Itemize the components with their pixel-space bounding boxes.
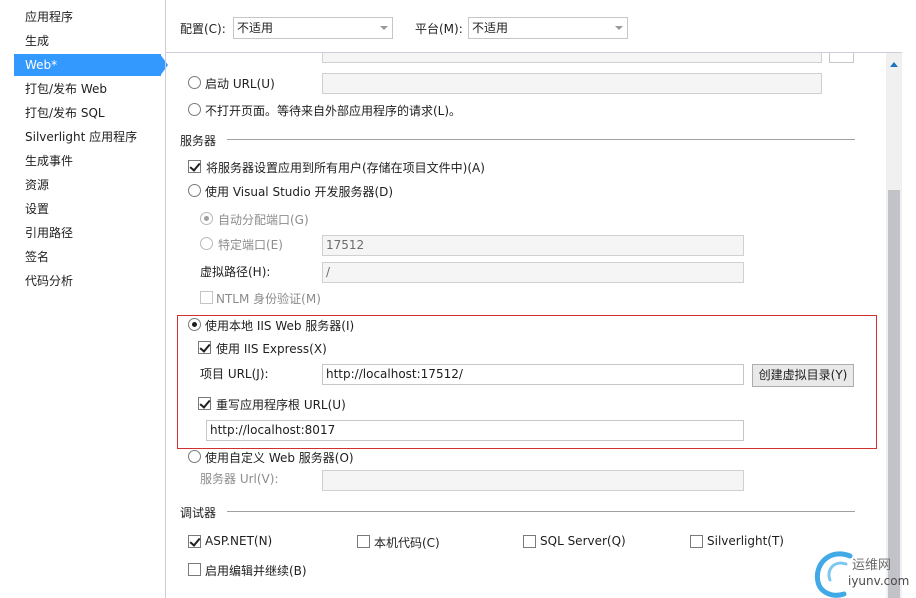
aspnet-debugger-checkbox[interactable]	[188, 535, 201, 548]
platform-select[interactable]: 不适用	[468, 17, 628, 39]
sidebar-item-build-events[interactable]: 生成事件	[14, 150, 154, 172]
config-select[interactable]: 不适用	[233, 17, 393, 39]
sidebar-item-package-sql[interactable]: 打包/发布 SQL	[14, 102, 154, 124]
watermark-swirl-icon	[814, 551, 853, 598]
sidebar-item-settings[interactable]: 设置	[14, 198, 154, 220]
override-root-url-label: 重写应用程序根 URL(U)	[216, 398, 346, 412]
sidebar-item-signing[interactable]: 签名	[14, 246, 154, 268]
sidebar-item-reference-paths[interactable]: 引用路径	[14, 222, 154, 244]
virtual-path-input[interactable]: /	[322, 262, 744, 283]
specific-port-radio[interactable]	[200, 237, 213, 250]
vs-dev-server-label: 使用 Visual Studio 开发服务器(D)	[205, 185, 394, 199]
chevron-down-icon	[615, 26, 623, 30]
vs-dev-server-radio[interactable]	[188, 184, 201, 197]
servers-section-divider	[227, 139, 855, 140]
edit-and-continue-checkbox[interactable]	[188, 563, 201, 576]
override-root-url-input[interactable]: http://localhost:8017	[206, 420, 744, 441]
local-iis-label: 使用本地 IIS Web 服务器(I)	[205, 319, 355, 333]
server-url-input[interactable]	[322, 470, 744, 491]
sidebar-item-code-analysis[interactable]: 代码分析	[14, 270, 154, 292]
custom-web-server-label: 使用自定义 Web 服务器(O)	[205, 451, 354, 465]
iis-express-label: 使用 IIS Express(X)	[216, 342, 327, 356]
sql-debugger-label: SQL Server(Q)	[540, 534, 626, 548]
silverlight-debugger-label: Silverlight(T)	[707, 534, 784, 548]
native-code-debugger-checkbox[interactable]	[357, 535, 370, 548]
config-select-value: 不适用	[237, 21, 274, 35]
server-url-label: 服务器 Url(V):	[200, 472, 279, 486]
sidebar-item-build[interactable]: 生成	[14, 30, 154, 52]
sidebar-item-label: Web*	[25, 58, 58, 72]
chevron-down-icon	[380, 26, 388, 30]
scroll-up-arrow-icon[interactable]	[886, 59, 902, 71]
sidebar-divider	[165, 0, 166, 598]
no-open-page-radio[interactable]	[188, 103, 201, 116]
iis-express-checkbox[interactable]	[198, 341, 211, 354]
sidebar-item-silverlight[interactable]: Silverlight 应用程序	[14, 126, 154, 148]
selected-arrow-icon	[160, 54, 168, 76]
sql-debugger-checkbox[interactable]	[523, 535, 536, 548]
platform-select-value: 不适用	[472, 21, 509, 35]
specific-port-label: 特定端口(E)	[218, 238, 283, 252]
create-virtual-directory-button[interactable]: 创建虚拟目录(Y)	[752, 364, 854, 387]
sidebar: 应用程序 生成 Web* 打包/发布 Web 打包/发布 SQL Silverl…	[0, 0, 168, 598]
native-code-debugger-label: 本机代码(C)	[374, 536, 440, 550]
no-open-page-label: 不打开页面。等待来自外部应用程序的请求(L)。	[205, 104, 462, 118]
project-url-label: 项目 URL(J):	[200, 367, 269, 381]
sidebar-item-package-web[interactable]: 打包/发布 Web	[14, 78, 154, 100]
start-url-label: 启动 URL(U)	[205, 77, 275, 91]
sidebar-item-application[interactable]: 应用程序	[14, 6, 154, 28]
apply-all-users-checkbox[interactable]	[188, 160, 201, 173]
project-url-input[interactable]: http://localhost:17512/	[322, 364, 744, 385]
override-root-url-checkbox[interactable]	[198, 397, 211, 410]
start-url-input[interactable]	[322, 73, 822, 94]
platform-label: 平台(M):	[415, 22, 463, 36]
watermark-logo: 运维网 iyunv.com	[810, 546, 914, 598]
ntlm-checkbox[interactable]	[200, 291, 213, 304]
clipped-button	[829, 53, 854, 63]
edit-and-continue-label: 启用编辑并继续(B)	[205, 564, 307, 578]
virtual-path-label: 虚拟路径(H):	[200, 265, 271, 279]
specific-port-input[interactable]: 17512	[322, 235, 744, 256]
start-url-radio[interactable]	[188, 76, 201, 89]
aspnet-debugger-label: ASP.NET(N)	[205, 534, 273, 548]
ntlm-label: NTLM 身份验证(M)	[216, 292, 321, 306]
silverlight-debugger-checkbox[interactable]	[690, 535, 703, 548]
servers-section-title: 服务器	[180, 134, 217, 148]
vertical-scrollbar[interactable]	[886, 53, 902, 598]
local-iis-radio[interactable]	[188, 318, 201, 331]
auto-port-label: 自动分配端口(G)	[218, 213, 309, 227]
debuggers-section-title: 调试器	[180, 506, 217, 520]
auto-port-radio[interactable]	[200, 212, 213, 225]
custom-web-server-radio[interactable]	[188, 450, 201, 463]
sidebar-item-resources[interactable]: 资源	[14, 174, 154, 196]
sidebar-item-web[interactable]: Web*	[14, 54, 168, 76]
apply-all-users-label: 将服务器设置应用到所有用户(存储在项目文件中)(A)	[206, 161, 485, 175]
watermark-domain: iyunv.com	[848, 574, 910, 588]
debuggers-section-divider	[227, 511, 855, 512]
config-label: 配置(C):	[180, 22, 226, 36]
watermark-text: 运维网	[852, 558, 892, 573]
clipped-textbox	[322, 53, 822, 63]
scroll-thumb[interactable]	[888, 190, 900, 598]
